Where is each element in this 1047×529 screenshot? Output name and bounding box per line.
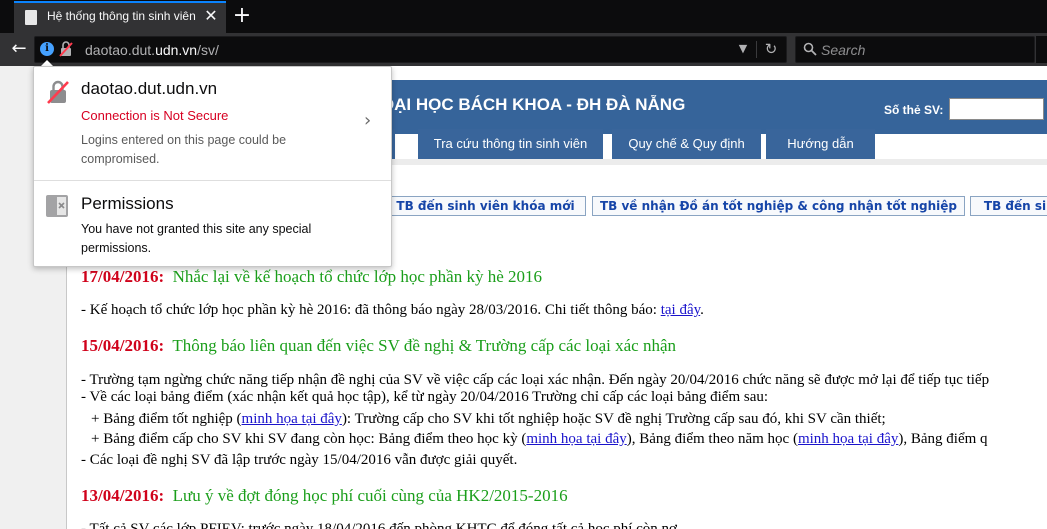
site-info-icon[interactable]: i xyxy=(40,42,54,56)
page-favicon-icon xyxy=(25,10,37,25)
notice-text: ), Bảng điểm theo năm học ( xyxy=(626,431,798,447)
notice-text-end: . xyxy=(700,302,704,318)
url-dropdown-icon[interactable]: ▼ xyxy=(735,41,751,57)
url-path: /sv/ xyxy=(197,42,219,58)
notice-heading: 17/04/2016: Nhắc lại về kế hoạch tổ chức… xyxy=(81,267,542,287)
close-tab-icon[interactable]: ✕ xyxy=(202,6,220,26)
notice-line: - Trường tạm ngừng chức năng tiếp nhận đ… xyxy=(81,372,990,388)
tab-title: Hệ thống thông tin sinh viên xyxy=(47,9,196,23)
toolbar-edge xyxy=(1036,36,1047,63)
url-prefix: daotao.dut. xyxy=(85,42,156,58)
notice-text: + Bảng điểm tốt nghiệp ( xyxy=(91,411,242,427)
menu-item-regulations[interactable]: Quy chế & Quy định xyxy=(612,129,761,159)
example-link[interactable]: minh họa tại đây xyxy=(798,431,898,447)
details-link[interactable]: tại đây xyxy=(661,302,700,318)
notice-text: ), Bảng điểm q xyxy=(898,431,988,447)
permissions-icon xyxy=(46,195,68,217)
new-tab-button[interactable]: + xyxy=(230,3,254,29)
example-link[interactable]: minh họa tại đây xyxy=(526,431,626,447)
search-icon xyxy=(803,42,817,56)
notice-date: 17/04/2016: xyxy=(81,267,165,286)
menu-item-guide[interactable]: Hướng dẫn xyxy=(766,129,875,159)
notice-line: + Bảng điểm cấp cho SV khi SV đang còn h… xyxy=(91,431,988,448)
notice-heading: 15/04/2016: Thông báo liên quan đến việc… xyxy=(81,336,676,356)
tab-strip: Hệ thống thông tin sinh viên ✕ + xyxy=(0,0,1047,33)
navigation-toolbar: ← i daotao.dut.udn.vn/sv/ ▼ ↻ Search xyxy=(0,33,1047,66)
menu-item-student-lookup[interactable]: Tra cứu thông tin sinh viên xyxy=(418,129,603,159)
notice-line: - Tất cả SV các lớp PFIEV: trước ngày 18… xyxy=(81,521,681,529)
site-identity-popup: daotao.dut.udn.vn Connection is Not Secu… xyxy=(33,66,392,267)
notice-text: + Bảng điểm cấp cho SV khi SV đang còn h… xyxy=(91,431,527,447)
popup-divider xyxy=(34,180,391,181)
url-text[interactable]: daotao.dut.udn.vn/sv/ xyxy=(85,42,219,58)
chevron-right-icon[interactable]: › xyxy=(364,110,371,131)
connection-warning: Logins entered on this page could be com… xyxy=(81,133,287,166)
notice-tab-other[interactable]: TB đến si xyxy=(970,196,1047,216)
notice-title: Nhắc lại về kế hoạch tổ chức lớp học phầ… xyxy=(172,267,543,286)
search-bar[interactable]: Search xyxy=(795,36,1035,63)
notice-heading: 13/04/2016: Lưu ý về đợt đóng học phí cu… xyxy=(81,486,568,506)
notice-title: Thông báo liên quan đến việc SV đề nghị … xyxy=(172,336,677,355)
back-button[interactable]: ← xyxy=(6,36,32,62)
connection-status: Connection is Not Secure xyxy=(81,108,229,123)
insecure-lock-icon[interactable] xyxy=(59,41,73,57)
notice-line: - Kế hoạch tổ chức lớp học phần kỳ hè 20… xyxy=(81,302,704,319)
example-link[interactable]: minh họa tại đây xyxy=(242,411,342,427)
notice-date: 15/04/2016: xyxy=(81,336,165,355)
popup-host: daotao.dut.udn.vn xyxy=(81,79,218,98)
browser-tab[interactable]: Hệ thống thông tin sinh viên ✕ xyxy=(14,1,226,33)
insecure-connection-icon xyxy=(47,80,69,104)
notice-title: Lưu ý về đợt đóng học phí cuối cùng của … xyxy=(172,486,568,505)
student-id-label: Số thẻ SV: xyxy=(884,103,944,117)
permissions-description: You have not granted this site any speci… xyxy=(81,222,312,255)
notice-tab-new-students[interactable]: TB đến sinh viên khóa mới xyxy=(385,196,586,216)
notice-line: + Bảng điểm tốt nghiệp (minh họa tại đây… xyxy=(91,411,886,428)
permissions-title: Permissions xyxy=(81,194,174,213)
student-id-input[interactable] xyxy=(949,98,1044,120)
url-separator xyxy=(756,41,757,58)
reload-icon[interactable]: ↻ xyxy=(762,40,780,58)
search-placeholder: Search xyxy=(821,42,866,58)
address-bar[interactable]: i daotao.dut.udn.vn/sv/ ▼ ↻ xyxy=(34,36,787,63)
notice-text: - Kế hoạch tổ chức lớp học phần kỳ hè 20… xyxy=(81,302,661,318)
notice-text: ): Trường cấp cho SV khi tốt nghiệp hoặc… xyxy=(341,411,886,427)
notice-line: - Về các loại bảng điểm (xác nhận kết qu… xyxy=(81,389,769,405)
notice-line: - Các loại đề nghị SV đã lập trước ngày … xyxy=(81,452,518,468)
notice-tab-graduation[interactable]: TB về nhận Đồ án tốt nghiệp & công nhận … xyxy=(592,196,965,216)
url-host: udn.vn xyxy=(155,42,198,58)
notice-date: 13/04/2016: xyxy=(81,486,165,505)
